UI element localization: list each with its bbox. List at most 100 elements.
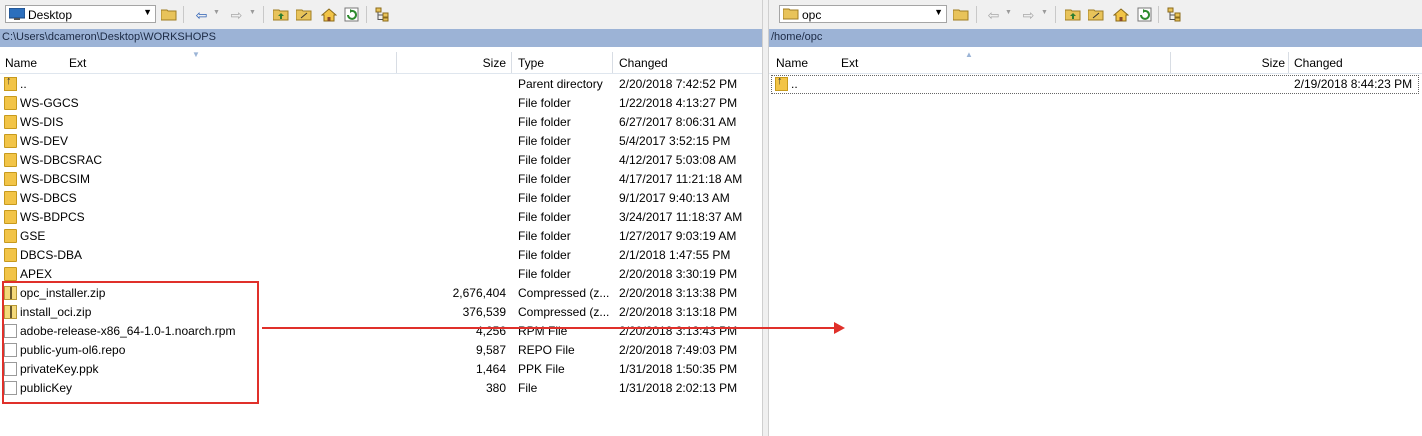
toolbar-divider: [1158, 6, 1159, 23]
file-name: WS-DBCSIM: [20, 172, 90, 186]
file-row[interactable]: GSE File folder 1/27/2017 9:03:19 AM: [0, 227, 762, 246]
tree-view-icon[interactable]: [373, 5, 392, 24]
toolbar-divider: [366, 6, 367, 23]
file-row[interactable]: DBCS-DBA File folder 2/1/2018 1:47:55 PM: [0, 246, 762, 265]
file-name: WS-BDPCS: [20, 210, 85, 224]
open-folder-icon[interactable]: [952, 5, 971, 24]
back-dropdown-icon[interactable]: ▼: [1005, 9, 1012, 16]
file-type: PPK File: [518, 362, 565, 376]
file-size: 1,464: [475, 362, 506, 376]
file-name: APEX: [20, 267, 53, 281]
column-header-size[interactable]: Size: [1199, 56, 1285, 70]
column-divider[interactable]: [1288, 52, 1289, 73]
file-changed: 3/24/2017 11:18:37 AM: [619, 210, 743, 224]
file-name: WS-DBCSRAC: [20, 153, 103, 167]
back-icon[interactable]: ⇦: [984, 5, 1003, 24]
root-directory-icon[interactable]: [1087, 5, 1106, 24]
up-dir-icon: [4, 75, 17, 91]
local-path-text: C:\Users\dcameron\Desktop\WORKSHOPS: [2, 31, 216, 43]
file-changed: 2/1/2018 1:47:55 PM: [619, 248, 731, 262]
forward-icon[interactable]: ⇨: [1019, 5, 1038, 24]
folder-icon: [4, 96, 17, 110]
file-type: File folder: [518, 248, 571, 262]
file-changed: 9/1/2017 9:40:13 AM: [619, 191, 730, 205]
column-divider[interactable]: [1170, 52, 1171, 73]
folder-icon: [4, 191, 17, 205]
file-name: WS-DBCS: [20, 191, 77, 205]
local-column-header: ▼ Name Ext Size Type Changed: [0, 50, 762, 74]
file-type: File folder: [518, 229, 571, 243]
column-header-ext[interactable]: Ext: [841, 56, 858, 70]
column-header-changed[interactable]: Changed: [1294, 56, 1343, 70]
column-header-name[interactable]: Name: [5, 56, 37, 70]
parent-directory-icon[interactable]: [1064, 5, 1083, 24]
file-name: ..: [20, 77, 27, 91]
file-name: GSE: [20, 229, 46, 243]
open-folder-icon[interactable]: [160, 5, 179, 24]
transfer-arrow-head: [834, 322, 845, 334]
folder-icon: [4, 134, 17, 148]
file-row[interactable]: WS-DBCSRAC File folder 4/12/2017 5:03:08 A…: [0, 151, 762, 170]
tree-view-icon[interactable]: [1165, 5, 1184, 24]
remote-toolbar: opc ▼ ⇦ ▼ ⇨ ▼: [769, 0, 1422, 29]
file-changed: 2/20/2018 3:30:19 PM: [619, 267, 738, 281]
column-divider[interactable]: [511, 52, 512, 73]
back-icon[interactable]: ⇦: [192, 5, 211, 24]
file-type: File folder: [518, 191, 571, 205]
forward-dropdown-icon[interactable]: ▼: [1041, 9, 1048, 16]
folder-icon: [4, 115, 17, 129]
file-row[interactable]: .. Parent directory 2/20/2018 7:42:52 PM: [0, 75, 762, 94]
column-divider[interactable]: [612, 52, 613, 73]
column-header-ext[interactable]: Ext: [69, 56, 86, 70]
file-type: File folder: [518, 267, 571, 281]
column-divider[interactable]: [396, 52, 397, 73]
refresh-icon[interactable]: [342, 5, 361, 24]
desktop-icon: [9, 8, 25, 20]
transfer-arrow: [262, 327, 838, 329]
file-row[interactable]: WS-DIS File folder 6/27/2017 8:06:31 AM: [0, 113, 762, 132]
local-location-dropdown[interactable]: Desktop ▼: [5, 5, 156, 23]
file-type: File folder: [518, 96, 571, 110]
selection-highlight-box: [2, 281, 259, 404]
forward-dropdown-icon[interactable]: ▼: [249, 9, 256, 16]
toolbar-divider: [1055, 6, 1056, 23]
up-dir-icon: [775, 75, 788, 91]
file-changed: 5/4/2017 3:52:15 PM: [619, 134, 731, 148]
file-type: Compressed (z...: [518, 286, 610, 300]
root-directory-icon[interactable]: [295, 5, 314, 24]
file-size: 376,539: [462, 305, 506, 319]
pane-splitter[interactable]: [762, 0, 769, 436]
back-dropdown-icon[interactable]: ▼: [213, 9, 220, 16]
file-row[interactable]: WS-DEV File folder 5/4/2017 3:52:15 PM: [0, 132, 762, 151]
file-type: REPO File: [518, 343, 575, 357]
file-type: File folder: [518, 210, 571, 224]
file-type: Compressed (z...: [518, 305, 610, 319]
file-row[interactable]: WS-BDPCS File folder 3/24/2017 11:18:37 AM: [0, 208, 762, 227]
file-changed: 2/20/2018 7:49:03 PM: [619, 343, 738, 357]
column-header-type[interactable]: Type: [518, 56, 544, 70]
toolbar-divider: [976, 6, 977, 23]
file-size: 9,587: [475, 343, 506, 357]
file-changed: 1/22/2018 4:13:27 PM: [619, 96, 738, 110]
refresh-icon[interactable]: [1135, 5, 1154, 24]
file-type: File: [518, 381, 538, 395]
forward-icon[interactable]: ⇨: [227, 5, 246, 24]
file-row[interactable]: WS-DBCSIM File folder 4/17/2017 11:21:18 A…: [0, 170, 762, 189]
file-name: DBCS-DBA: [20, 248, 83, 262]
parent-directory-icon[interactable]: [272, 5, 291, 24]
remote-column-header: ▲ Name Ext Size Changed: [769, 50, 1422, 74]
file-row[interactable]: .. 2/19/2018 8:44:23 PM: [769, 75, 1422, 94]
toolbar-divider: [183, 6, 184, 23]
local-location-text: Desktop: [28, 8, 73, 22]
file-name: WS-DEV: [20, 134, 68, 148]
file-row[interactable]: WS-DBCS File folder 9/1/2017 9:40:13 AM: [0, 189, 762, 208]
home-icon[interactable]: [319, 5, 338, 24]
file-name: WS-DIS: [20, 115, 64, 129]
remote-location-dropdown[interactable]: opc ▼: [779, 5, 947, 23]
column-header-size[interactable]: Size: [420, 56, 506, 70]
file-row[interactable]: WS-GGCS File folder 1/22/2018 4:13:27 PM: [0, 94, 762, 113]
chevron-down-icon: ▼: [934, 7, 943, 17]
column-header-changed[interactable]: Changed: [619, 56, 668, 70]
home-icon[interactable]: [1111, 5, 1130, 24]
column-header-name[interactable]: Name: [776, 56, 808, 70]
